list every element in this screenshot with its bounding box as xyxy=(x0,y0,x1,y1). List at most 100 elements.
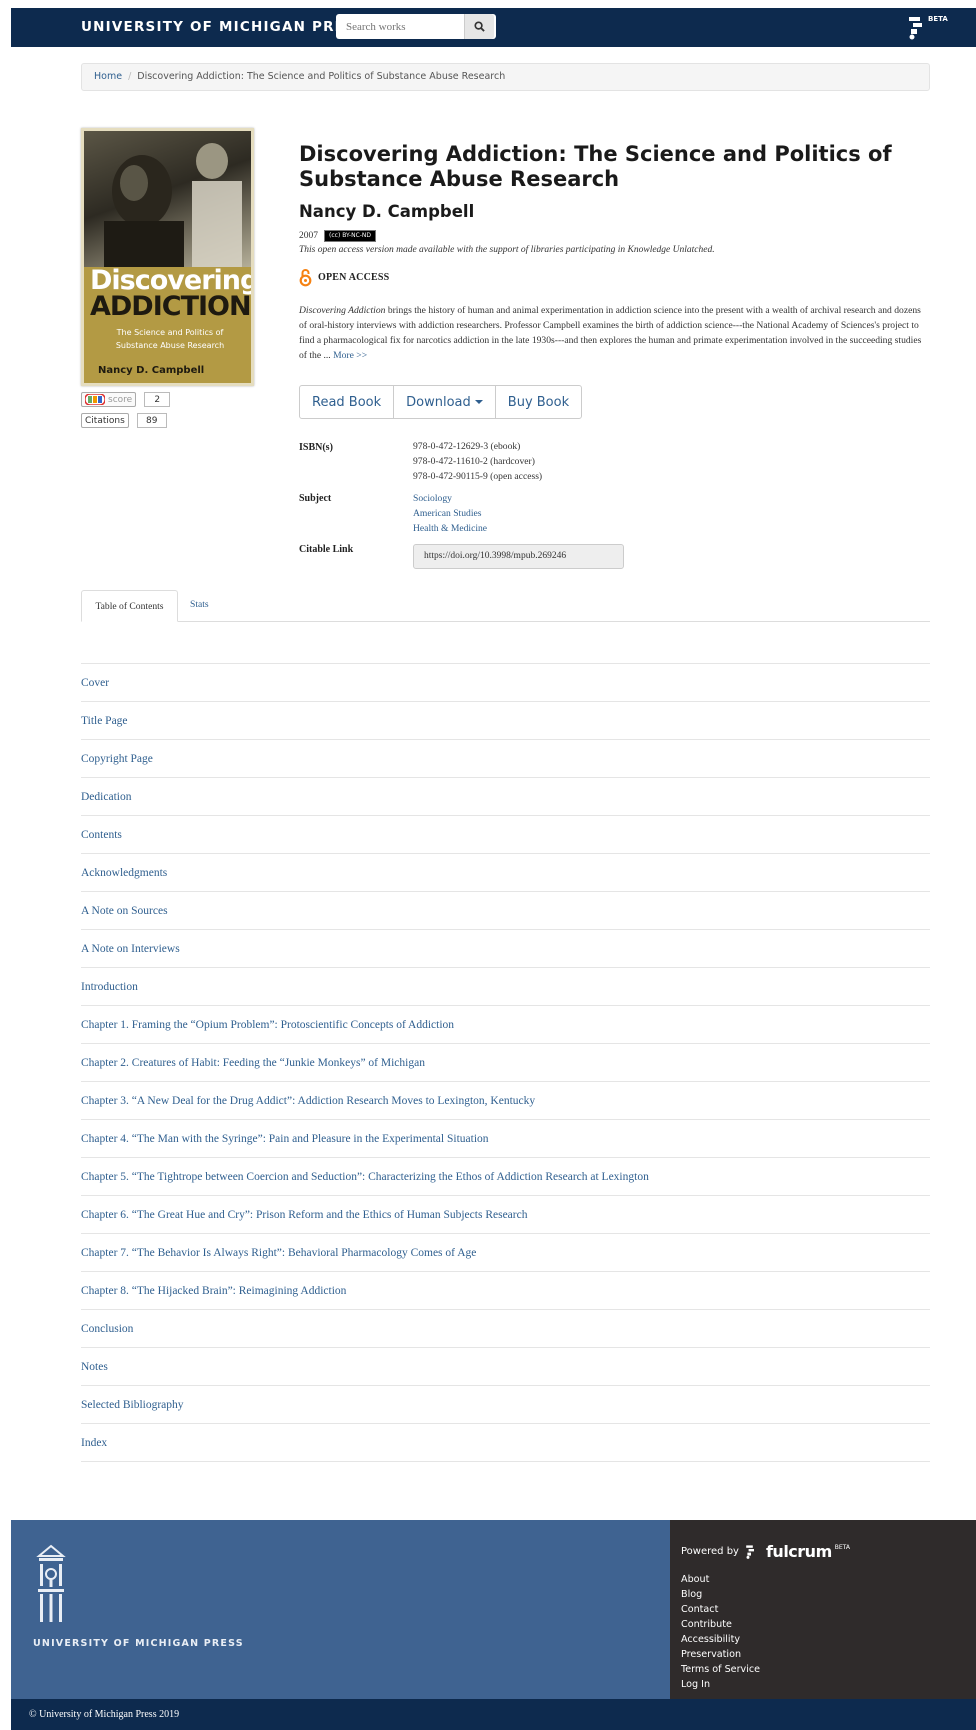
cover-author: Nancy D. Campbell xyxy=(98,365,205,376)
footer-link-contact[interactable]: Contact xyxy=(681,1602,760,1617)
toc-item[interactable]: A Note on Sources xyxy=(81,892,930,930)
citable-link-field[interactable]: https://doi.org/10.3998/mpub.269246 xyxy=(413,544,624,569)
toc-item[interactable]: Chapter 1. Framing the “Opium Problem”: … xyxy=(81,1006,930,1044)
cc-icon: (cc) xyxy=(329,232,343,239)
cover-photo-figures xyxy=(104,143,242,267)
tabs-divider xyxy=(81,621,930,622)
powered-by-label: Powered by xyxy=(681,1546,739,1557)
cover-subtitle: The Science and Politics of Substance Ab… xyxy=(90,326,250,352)
toc-item[interactable]: Selected Bibliography xyxy=(81,1386,930,1424)
open-access-label: OPEN ACCESS xyxy=(318,272,390,283)
powered-by: Powered by fulcrum BETA xyxy=(681,1542,850,1561)
toc-item[interactable]: Chapter 8. “The Hijacked Brain”: Reimagi… xyxy=(81,1272,930,1310)
citable-link-label: Citable Link xyxy=(299,544,354,555)
footer-link-terms[interactable]: Terms of Service xyxy=(681,1662,760,1677)
top-navbar: UNIVERSITY OF MICHIGAN PRESS BETA xyxy=(11,8,976,47)
search-button[interactable] xyxy=(464,14,494,39)
subject-link-sociology[interactable]: Sociology xyxy=(413,491,487,506)
toc-item[interactable]: Notes xyxy=(81,1348,930,1386)
breadcrumb-home-link[interactable]: Home xyxy=(94,71,122,82)
isbn-ebook: 978-0-472-12629-3 (ebook) xyxy=(413,441,521,452)
toc-item[interactable]: Cover xyxy=(81,664,930,702)
footer-link-preservation[interactable]: Preservation xyxy=(681,1647,760,1662)
download-dropdown-button[interactable]: Download xyxy=(394,386,496,418)
search-icon xyxy=(474,21,485,32)
search-input[interactable] xyxy=(336,14,464,39)
open-access-note: This open access version made available … xyxy=(299,245,715,255)
footer-link-about[interactable]: About xyxy=(681,1572,760,1587)
altmetric-badge[interactable]: score 2 xyxy=(81,392,171,407)
book-author[interactable]: Nancy D. Campbell xyxy=(299,202,474,221)
toc-item[interactable]: Chapter 4. “The Man with the Syringe”: P… xyxy=(81,1120,930,1158)
open-access-lock-icon xyxy=(299,269,312,287)
toc-item[interactable]: Chapter 6. “The Great Hue and Cry”: Pris… xyxy=(81,1196,930,1234)
subject-list: Sociology American Studies Health & Medi… xyxy=(413,491,487,536)
cover-photo xyxy=(84,131,251,267)
description-text: brings the history of human and animal e… xyxy=(299,305,922,361)
subject-label: Subject xyxy=(299,493,332,504)
toc-item[interactable]: Conclusion xyxy=(81,1310,930,1348)
press-brand-link[interactable]: UNIVERSITY OF MICHIGAN PRESS xyxy=(81,19,366,35)
footer-link-contribute[interactable]: Contribute xyxy=(681,1617,760,1632)
isbn-hardcover: 978-0-472-11610-2 (hardcover) xyxy=(413,456,535,467)
search-form xyxy=(336,14,496,39)
footer-link-blog[interactable]: Blog xyxy=(681,1587,760,1602)
license-text: BY-NC-ND xyxy=(342,232,372,239)
altmetric-badge-label: score xyxy=(81,392,137,407)
breadcrumb-separator: / xyxy=(128,71,132,82)
table-of-contents: Cover Title Page Copyright Page Dedicati… xyxy=(81,663,930,1462)
toc-item[interactable]: A Note on Interviews xyxy=(81,930,930,968)
breadcrumb: Home / Discovering Addiction: The Science … xyxy=(81,63,930,91)
open-access-indicator: OPEN ACCESS xyxy=(299,268,389,287)
tab-table-of-contents[interactable]: Table of Contents xyxy=(81,590,178,622)
subject-link-american-studies[interactable]: American Studies xyxy=(413,506,487,521)
footer-press-name: UNIVERSITY OF MICHIGAN PRESS xyxy=(33,1638,244,1649)
toc-item[interactable]: Title Page xyxy=(81,702,930,740)
citations-count: 89 xyxy=(136,413,167,428)
more-link[interactable]: More >> xyxy=(333,350,367,361)
subject-link-health-medicine[interactable]: Health & Medicine xyxy=(413,521,487,536)
publication-year: 2007 xyxy=(299,231,318,241)
toc-item[interactable]: Chapter 2. Creatures of Habit: Feeding t… xyxy=(81,1044,930,1082)
toc-item[interactable]: Chapter 3. “A New Deal for the Drug Addi… xyxy=(81,1082,930,1120)
toc-item[interactable]: Copyright Page xyxy=(81,740,930,778)
footer-press-section: UNIVERSITY OF MICHIGAN PRESS xyxy=(11,1520,670,1699)
download-label: Download xyxy=(406,394,471,410)
footer-links: About Blog Contact Contribute Accessibil… xyxy=(681,1572,760,1692)
isbn-list: 978-0-472-12629-3 (ebook) 978-0-472-1161… xyxy=(413,439,542,484)
read-book-button[interactable]: Read Book xyxy=(300,386,395,418)
buy-book-button[interactable]: Buy Book xyxy=(496,386,581,418)
breadcrumb-current: Discovering Addiction: The Science and P… xyxy=(137,71,506,82)
university-press-logo-icon[interactable] xyxy=(31,1544,71,1624)
toc-item[interactable]: Chapter 7. “The Behavior Is Always Right… xyxy=(81,1234,930,1272)
book-title: Discovering Addiction: The Science and P… xyxy=(299,142,892,191)
altmetric-score-label: score xyxy=(108,394,133,405)
isbn-open-access: 978-0-472-90115-9 (open access) xyxy=(413,471,543,482)
book-cover-image: Discovering ADDICTION The Science and Po… xyxy=(81,128,254,386)
beta-label: BETA xyxy=(928,15,948,23)
footer-link-accessibility[interactable]: Accessibility xyxy=(681,1632,760,1647)
tab-stats[interactable]: Stats xyxy=(190,599,209,610)
fulcrum-logo-icon xyxy=(746,1544,754,1559)
cover-subtitle-line1: The Science and Politics of xyxy=(116,328,224,337)
altmetric-score-count: 2 xyxy=(144,392,171,407)
creative-commons-license-badge[interactable]: (cc) BY-NC-ND xyxy=(324,230,377,242)
toc-item[interactable]: Chapter 5. “The Tightrope between Coerci… xyxy=(81,1158,930,1196)
fulcrum-wordmark[interactable]: fulcrum xyxy=(766,1542,832,1561)
book-description: Discovering Addiction brings the history… xyxy=(299,303,931,363)
cover-title-line2: ADDICTION xyxy=(90,291,251,322)
toc-item[interactable]: Introduction xyxy=(81,968,930,1006)
footer-link-login[interactable]: Log In xyxy=(681,1677,760,1692)
toc-item[interactable]: Index xyxy=(81,1424,930,1462)
toc-item[interactable]: Dedication xyxy=(81,778,930,816)
footer-fulcrum-section: Powered by fulcrum BETA About Blog Conta… xyxy=(670,1520,976,1699)
copyright-bar: © University of Michigan Press 2019 xyxy=(11,1699,976,1730)
cover-subtitle-line2: Substance Abuse Research xyxy=(115,341,225,350)
fulcrum-beta-label: BETA xyxy=(834,1544,850,1551)
dimensions-citations-badge[interactable]: Citations 89 xyxy=(81,413,167,428)
description-book-title: Discovering Addiction xyxy=(299,305,386,316)
caret-down-icon xyxy=(474,400,483,404)
toc-item[interactable]: Contents xyxy=(81,816,930,854)
isbn-label: ISBN(s) xyxy=(299,442,333,453)
toc-item[interactable]: Acknowledgments xyxy=(81,854,930,892)
